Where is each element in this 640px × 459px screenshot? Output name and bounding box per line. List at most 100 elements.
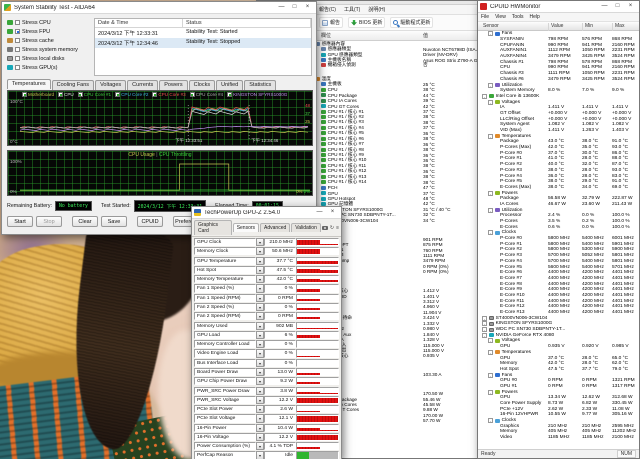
gpuz-close-button[interactable]: × <box>326 207 339 218</box>
menu-help[interactable]: Help <box>530 14 540 20</box>
gpuz-tab-sensors[interactable]: Sensors <box>233 223 259 232</box>
sst-minimize-button[interactable]: — <box>275 2 288 13</box>
dropdown-arrow-icon[interactable]: ▾ <box>256 442 264 450</box>
stress-item-stress-fpu[interactable]: Stress FPU <box>7 27 91 36</box>
stress-checkbox[interactable] <box>15 38 20 43</box>
log-col-datetime[interactable]: Date & Time <box>95 19 183 27</box>
column-max[interactable]: Max <box>612 23 624 31</box>
legend-checkbox[interactable] <box>227 92 232 97</box>
stress-item-stress-gpu-s[interactable]: Stress GPU(s) <box>7 63 91 72</box>
expand-icon[interactable]: - <box>488 373 493 378</box>
hwmonitor-minimize-button[interactable]: — <box>598 1 611 12</box>
expand-icon[interactable]: - <box>488 230 493 235</box>
stress-checkbox[interactable] <box>15 29 20 34</box>
dropdown-arrow-icon[interactable]: ▾ <box>256 405 264 413</box>
expand-icon[interactable]: - <box>488 338 493 343</box>
hwmonitor-titlebar[interactable]: CPUID HWMonitor —□× <box>478 1 639 13</box>
column-min[interactable]: Min <box>582 23 593 31</box>
clear-button[interactable]: Clear <box>72 216 98 227</box>
dropdown-arrow-icon[interactable]: ▾ <box>256 433 264 441</box>
camera-icon[interactable] <box>322 226 328 230</box>
tab-currents[interactable]: Currents <box>127 80 158 90</box>
expand-icon[interactable]: - <box>488 31 493 36</box>
dropdown-arrow-icon[interactable]: ▾ <box>256 340 264 348</box>
expand-icon[interactable]: - <box>488 83 493 88</box>
toolbar-bios[interactable]: BIOS 更新 <box>348 17 385 28</box>
toolbar-x[interactable]: 驅動程式更新 <box>390 17 433 28</box>
menu-h[interactable]: 說明(H) <box>368 6 385 13</box>
menu-t[interactable]: 工具(T) <box>344 6 360 13</box>
expand-icon[interactable]: - <box>482 94 487 99</box>
stress-checkbox[interactable] <box>15 47 20 52</box>
expand-icon[interactable]: - <box>488 208 493 213</box>
menu-view[interactable]: View <box>495 14 506 20</box>
gpuz-tab-graphics-card[interactable]: Graphics Card <box>194 220 232 235</box>
menu-c[interactable]: 報告(C) <box>319 6 336 13</box>
dropdown-arrow-icon[interactable]: ▾ <box>256 275 264 283</box>
sst-titlebar[interactable]: System Stability Test - AIDA64 —□× <box>2 2 316 14</box>
expand-icon[interactable]: - <box>488 100 493 105</box>
gpuz-tab-validation[interactable]: Validation <box>291 223 321 232</box>
hwmonitor-close-button[interactable]: × <box>624 1 637 12</box>
hwmonitor-maximize-button[interactable]: □ <box>611 1 624 12</box>
tab-clocks[interactable]: Clocks <box>189 80 216 90</box>
dropdown-arrow-icon[interactable]: ▾ <box>256 247 264 255</box>
dropdown-arrow-icon[interactable]: ▾ <box>256 424 264 432</box>
menu-file[interactable]: File <box>481 14 489 20</box>
expand-icon[interactable]: - <box>488 350 493 355</box>
gpuz-titlebar[interactable]: TechPowerUp GPU-Z 2.54.0 —× <box>192 207 341 219</box>
menu-icon[interactable]: ≡ <box>336 225 339 231</box>
dropdown-arrow-icon[interactable]: ▾ <box>256 331 264 339</box>
expand-icon[interactable]: - <box>488 191 493 196</box>
dropdown-arrow-icon[interactable]: ▾ <box>256 451 264 459</box>
sst-maximize-button[interactable]: □ <box>288 2 301 13</box>
tab-cooling-fans[interactable]: Cooling Fans <box>52 80 94 90</box>
expand-icon[interactable]: - <box>482 316 487 321</box>
stress-item-stress-system-memory[interactable]: Stress system memory <box>7 45 91 54</box>
log-row[interactable]: 2024/3/12 下午 12:34:46Stability Test: Sto… <box>95 38 311 48</box>
stress-item-stress-cache[interactable]: Stress cache <box>7 36 91 45</box>
dropdown-arrow-icon[interactable]: ▾ <box>256 322 264 330</box>
stress-item-stress-cpu[interactable]: Stress CPU <box>7 18 91 27</box>
stress-checkbox[interactable] <box>15 56 20 61</box>
start-button[interactable]: Start <box>7 216 33 227</box>
expand-icon[interactable]: - <box>488 390 493 395</box>
dropdown-arrow-icon[interactable]: ▾ <box>256 312 264 320</box>
dropdown-arrow-icon[interactable]: ▾ <box>256 294 264 302</box>
save-button[interactable]: Save <box>101 216 127 227</box>
expand-icon[interactable]: - <box>482 333 487 338</box>
dropdown-arrow-icon[interactable]: ▾ <box>256 359 264 367</box>
dropdown-arrow-icon[interactable]: ▾ <box>256 414 264 422</box>
stress-item-stress-local-disks[interactable]: Stress local disks <box>7 54 91 63</box>
dropdown-arrow-icon[interactable]: ▾ <box>256 266 264 274</box>
log-row[interactable]: 2024/3/12 下午 12:33:31Stability Test: Sta… <box>95 28 311 38</box>
menu-tools[interactable]: Tools <box>512 14 524 20</box>
column-value[interactable]: Value <box>548 23 563 31</box>
tab-powers[interactable]: Powers <box>159 80 187 90</box>
legend-checkbox[interactable] <box>58 92 63 97</box>
dropdown-arrow-icon[interactable]: ▾ <box>256 368 264 376</box>
legend-checkbox[interactable] <box>190 92 195 97</box>
dropdown-arrow-icon[interactable]: ▾ <box>256 284 264 292</box>
dropdown-arrow-icon[interactable]: ▾ <box>256 238 264 246</box>
toolbar-x[interactable]: 報告 <box>319 17 343 28</box>
gpuz-minimize-button[interactable]: — <box>313 207 326 218</box>
legend-checkbox[interactable] <box>22 92 27 97</box>
legend-checkbox[interactable] <box>152 92 157 97</box>
stress-checkbox[interactable] <box>15 20 20 25</box>
dropdown-arrow-icon[interactable]: ▾ <box>256 387 264 395</box>
gpuz-tab-advanced[interactable]: Advanced <box>260 223 290 232</box>
tab-voltages[interactable]: Voltages <box>95 80 126 90</box>
column-sensor[interactable]: Sensor <box>481 23 499 31</box>
legend-checkbox[interactable] <box>115 92 120 97</box>
tab-unified[interactable]: Unified <box>216 80 243 90</box>
expand-icon[interactable]: - <box>482 321 487 326</box>
expand-icon[interactable]: - <box>488 134 493 139</box>
tab-temperatures[interactable]: Temperatures <box>7 79 51 89</box>
dropdown-arrow-icon[interactable]: ▾ <box>256 349 264 357</box>
log-col-status[interactable]: Status <box>183 19 311 27</box>
expand-icon[interactable]: - <box>482 327 487 332</box>
refresh-icon[interactable]: ↻ <box>330 225 334 231</box>
tab-statistics[interactable]: Statistics <box>244 80 276 90</box>
dropdown-arrow-icon[interactable]: ▾ <box>256 377 264 385</box>
